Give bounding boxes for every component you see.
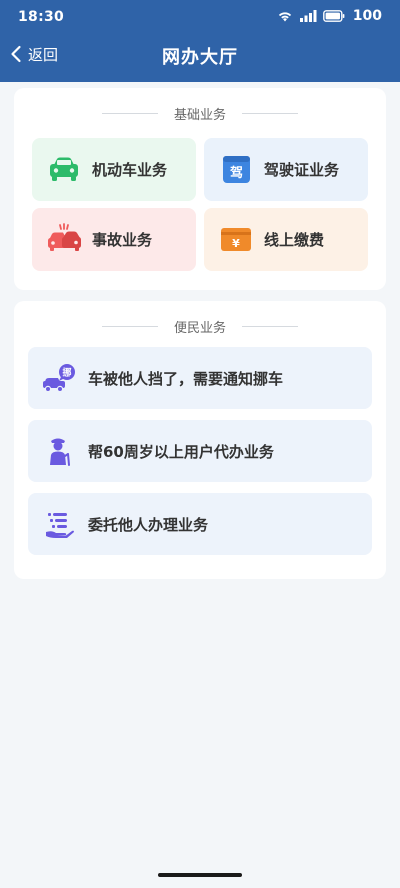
move-car-icon: 挪 bbox=[43, 364, 75, 393]
divider bbox=[101, 325, 158, 327]
page-title: 网办大厅 bbox=[162, 47, 238, 68]
license-services-tile[interactable]: 驾 驾驶证业务 bbox=[204, 138, 368, 201]
tile-label: 驾驶证业务 bbox=[264, 161, 340, 179]
accident-services-tile[interactable]: 事故业务 bbox=[32, 208, 196, 271]
accident-car-icon bbox=[48, 223, 81, 251]
section-title-text: 便民业务 bbox=[173, 320, 226, 336]
section-title-text: 基础业务 bbox=[173, 107, 226, 123]
wifi-icon bbox=[278, 12, 291, 22]
elderly-proxy-item[interactable]: 帮60周岁以上用户代办业务 bbox=[28, 420, 372, 482]
car-icon bbox=[50, 157, 78, 181]
battery-level: 100 bbox=[352, 8, 382, 24]
status-time: 18:30 bbox=[18, 9, 65, 25]
tile-label: 机动车业务 bbox=[92, 161, 168, 179]
elderly-icon bbox=[50, 438, 70, 466]
battery-icon bbox=[322, 10, 345, 22]
signal-icon bbox=[299, 10, 317, 22]
license-icon: 驾 bbox=[223, 156, 250, 183]
home-indicator bbox=[158, 873, 242, 877]
nav-bar: 返回 网办大厅 bbox=[0, 34, 400, 74]
svg-text:¥: ¥ bbox=[232, 237, 240, 250]
svg-text:驾: 驾 bbox=[230, 165, 243, 181]
basic-services-card: 基础业务 机动车业务 驾 驾驶证业务 事故业务 ¥ 线上缴费 bbox=[14, 88, 386, 290]
divider bbox=[242, 112, 298, 114]
entrust-others-item[interactable]: 委托他人办理业务 bbox=[28, 493, 372, 555]
divider bbox=[242, 325, 298, 327]
basic-services-heading: 基础业务 bbox=[14, 104, 386, 123]
tile-label: 事故业务 bbox=[92, 231, 153, 249]
divider bbox=[101, 112, 158, 114]
online-payment-tile[interactable]: ¥ 线上缴费 bbox=[204, 208, 368, 271]
status-icons: 100 bbox=[277, 8, 382, 24]
vehicle-services-tile[interactable]: 机动车业务 bbox=[32, 138, 196, 201]
convenience-services-heading: 便民业务 bbox=[14, 317, 386, 336]
row-label: 委托他人办理业务 bbox=[88, 516, 209, 534]
row-label: 车被他人挡了，需要通知挪车 bbox=[88, 370, 284, 388]
convenience-services-card: 便民业务 挪 车被他人挡了，需要通知挪车 帮60周岁以上用户代办业务 委托他人办… bbox=[14, 301, 386, 579]
notify-move-car-item[interactable]: 挪 车被他人挡了，需要通知挪车 bbox=[28, 347, 372, 409]
app-header: 18:30 100 返回 网办大厅 bbox=[0, 0, 400, 82]
status-bar: 18:30 100 bbox=[0, 0, 400, 34]
tile-label: 线上缴费 bbox=[264, 231, 325, 249]
row-label: 帮60周岁以上用户代办业务 bbox=[88, 443, 274, 461]
svg-text:挪: 挪 bbox=[62, 367, 71, 379]
entrust-list-icon bbox=[46, 513, 74, 538]
payment-icon: ¥ bbox=[221, 228, 251, 251]
